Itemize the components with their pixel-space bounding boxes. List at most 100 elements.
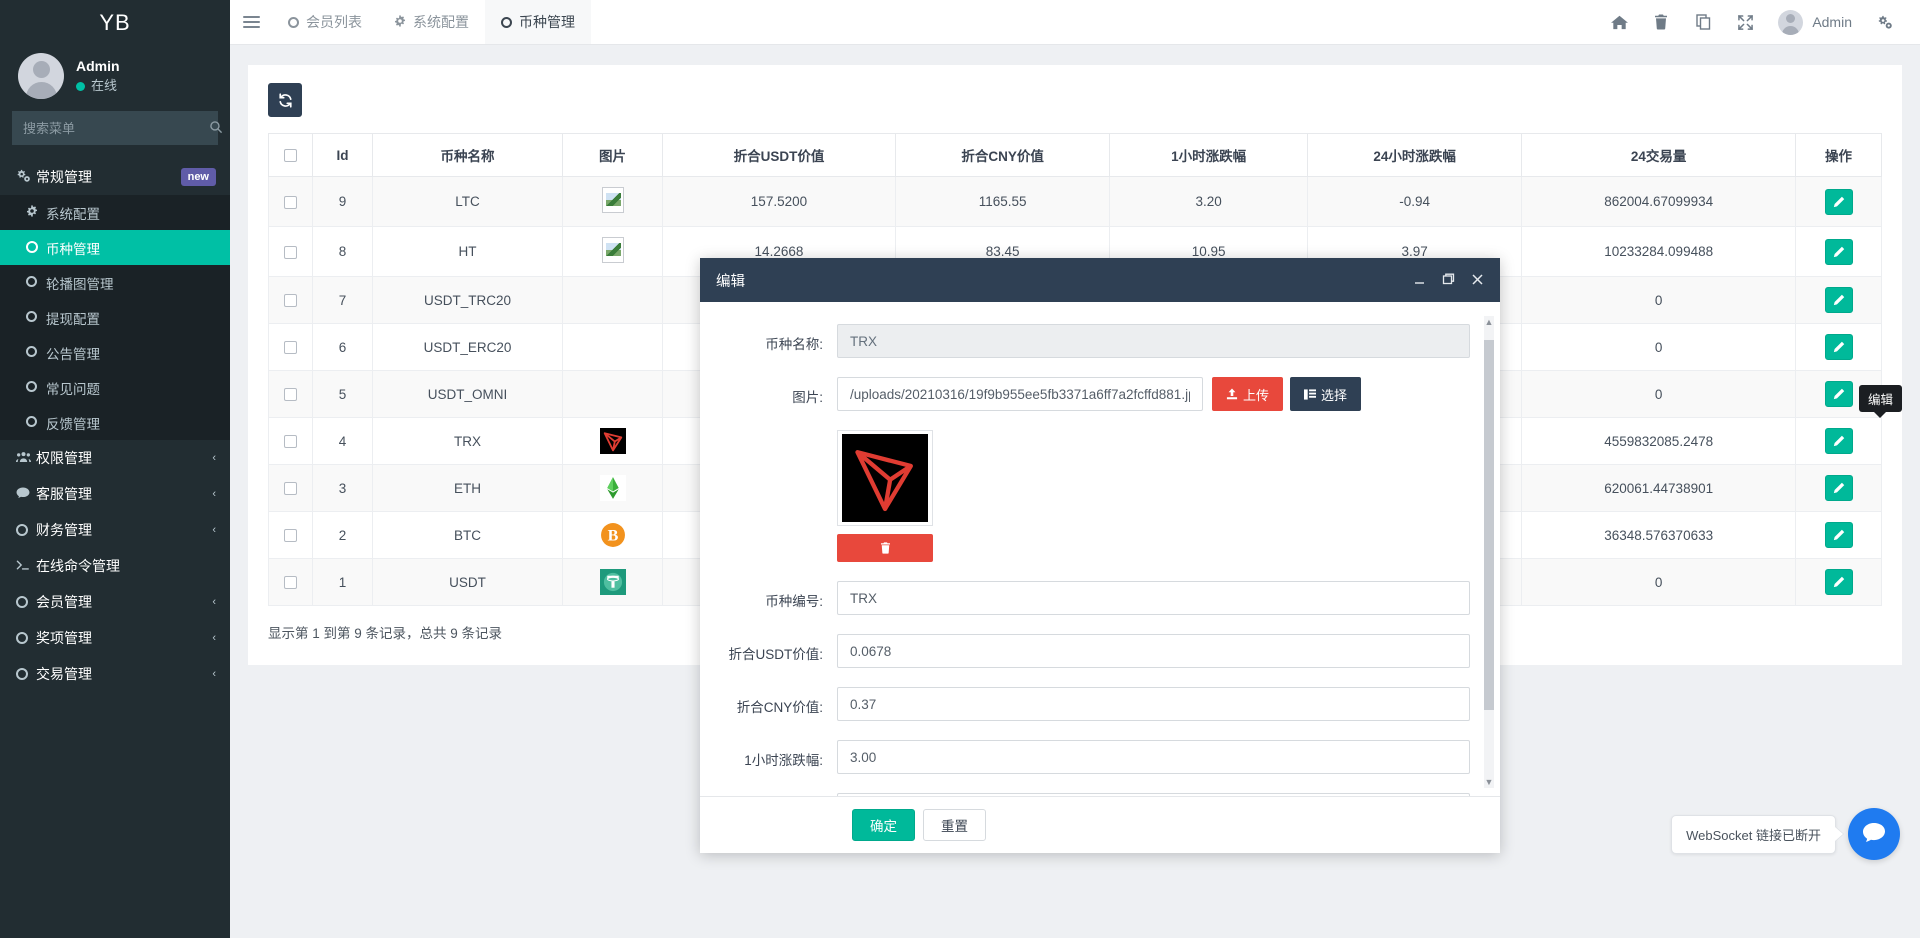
fullscreen-icon[interactable]	[1724, 0, 1766, 45]
coin-code-input[interactable]	[837, 581, 1470, 615]
field-image: 图片: 上传 选择	[700, 377, 1470, 411]
sidebar-item-member-management[interactable]: 会员管理 ‹	[0, 584, 230, 620]
edit-row-button[interactable]	[1825, 189, 1853, 215]
select-all-checkbox[interactable]	[284, 149, 297, 162]
comment-icon	[16, 487, 36, 502]
scrollbar-thumb[interactable]	[1484, 340, 1494, 710]
sidebar-item-permission-management[interactable]: 权限管理 ‹	[0, 440, 230, 476]
row-checkbox[interactable]	[284, 435, 297, 448]
sidebar-item-announcement-management[interactable]: 公告管理	[0, 335, 230, 370]
chat-widget: WebSocket 链接已断开	[1671, 808, 1900, 860]
usdt-value-input[interactable]	[837, 634, 1470, 668]
sidebar-item-customer-service-management[interactable]: 客服管理 ‹	[0, 476, 230, 512]
cell-24h-volume: 0	[1522, 277, 1796, 324]
image-path-input[interactable]	[837, 377, 1203, 411]
sidebar-item-feedback-management[interactable]: 反馈管理	[0, 405, 230, 440]
edit-row-button[interactable]	[1825, 522, 1853, 548]
row-checkbox[interactable]	[284, 196, 297, 209]
sidebar-item-coin-management[interactable]: 币种管理	[0, 230, 230, 265]
tab-label: 系统配置	[413, 12, 469, 32]
row-select-cell	[269, 177, 313, 227]
tab-coin-management[interactable]: 币种管理	[485, 0, 591, 44]
edit-row-button[interactable]	[1825, 287, 1853, 313]
brand-logo-text: YB	[99, 10, 130, 36]
sidebar-item-banner-management[interactable]: 轮播图管理	[0, 265, 230, 300]
h24-change-input[interactable]	[837, 793, 1470, 796]
row-checkbox[interactable]	[284, 576, 297, 589]
sidebar-item-prize-management[interactable]: 奖项管理 ‹	[0, 620, 230, 656]
close-icon[interactable]	[1471, 273, 1484, 288]
scroll-up-icon[interactable]: ▲	[1484, 316, 1494, 328]
circle-icon	[26, 276, 46, 289]
home-icon[interactable]	[1598, 0, 1640, 45]
row-checkbox[interactable]	[284, 482, 297, 495]
sidebar-user-panel[interactable]: Admin 在线	[0, 45, 230, 107]
minimize-icon[interactable]	[1413, 273, 1426, 288]
scroll-down-icon[interactable]: ▼	[1484, 776, 1494, 788]
modal-scrollbar[interactable]: ▲ ▼	[1484, 316, 1494, 788]
copy-icon[interactable]	[1682, 0, 1724, 45]
sidebar-item-faq[interactable]: 常见问题	[0, 370, 230, 405]
refresh-button[interactable]	[268, 83, 302, 117]
circle-icon	[16, 667, 36, 682]
gears-icon[interactable]	[1864, 0, 1906, 45]
choose-button[interactable]: 选择	[1290, 377, 1361, 411]
edit-row-button[interactable]	[1825, 239, 1853, 265]
sidebar-item-general-management[interactable]: 常规管理 new	[0, 159, 230, 195]
image-thumbnail[interactable]	[837, 430, 933, 526]
image-placeholder-icon	[602, 237, 624, 263]
confirm-button[interactable]: 确定	[852, 809, 915, 841]
sidebar-item-trade-management[interactable]: 交易管理 ‹	[0, 656, 230, 692]
sidebar-item-finance-management[interactable]: 财务管理 ‹	[0, 512, 230, 548]
modal-footer: 确定 重置	[700, 796, 1500, 853]
col-coin-name: 币种名称	[373, 134, 563, 177]
h1-change-input[interactable]	[837, 740, 1470, 774]
row-checkbox[interactable]	[284, 246, 297, 259]
row-checkbox[interactable]	[284, 294, 297, 307]
svg-text:B: B	[607, 528, 618, 545]
cell-cny-value: 1165.55	[895, 177, 1109, 227]
cell-image: B	[563, 512, 663, 559]
trash-icon[interactable]	[1640, 0, 1682, 45]
chat-bubble-icon	[1859, 819, 1889, 849]
tab-label: 会员列表	[306, 12, 362, 32]
sidebar-item-online-command-management[interactable]: 在线命令管理	[0, 548, 230, 584]
edit-row-button[interactable]	[1825, 334, 1853, 360]
trx-logo-icon	[842, 434, 928, 522]
cell-24h-change: -0.94	[1307, 177, 1521, 227]
brand-logo[interactable]: YB	[0, 0, 230, 45]
row-checkbox[interactable]	[284, 388, 297, 401]
cny-value-input[interactable]	[837, 687, 1470, 721]
edit-row-button[interactable]	[1825, 428, 1853, 454]
upload-button[interactable]: 上传	[1212, 377, 1283, 411]
search-input[interactable]	[13, 121, 209, 136]
terminal-icon	[16, 559, 36, 574]
maximize-icon[interactable]	[1442, 273, 1455, 288]
delete-image-button[interactable]	[837, 534, 933, 562]
row-checkbox[interactable]	[284, 529, 297, 542]
chevron-left-icon: ‹	[212, 668, 216, 680]
tab-system-config[interactable]: 系统配置	[378, 0, 485, 44]
table-row: 9LTC157.52001165.553.20-0.94862004.67099…	[269, 177, 1882, 227]
sidebar-search	[0, 111, 230, 145]
sidebar-item-withdraw-config[interactable]: 提现配置	[0, 300, 230, 335]
row-checkbox[interactable]	[284, 341, 297, 354]
coin-name-input[interactable]	[837, 324, 1470, 358]
hamburger-icon[interactable]	[230, 0, 272, 44]
cell-id: 2	[313, 512, 373, 559]
edit-row-button[interactable]	[1825, 381, 1853, 407]
chat-icon[interactable]	[1848, 808, 1900, 860]
cell-coin-name: TRX	[373, 418, 563, 465]
sidebar-item-system-config[interactable]: 系统配置	[0, 195, 230, 230]
cell-actions	[1796, 465, 1882, 512]
cell-id: 6	[313, 324, 373, 371]
edit-row-button[interactable]	[1825, 569, 1853, 595]
topbar-user-menu[interactable]: Admin	[1766, 10, 1864, 35]
reset-button[interactable]: 重置	[923, 809, 986, 841]
search-icon[interactable]	[209, 112, 223, 144]
cell-image	[563, 465, 663, 512]
edit-row-button[interactable]	[1825, 475, 1853, 501]
sidebar: YB Admin 在线	[0, 0, 230, 938]
tab-member-list[interactable]: 会员列表	[272, 0, 378, 44]
choose-label: 选择	[1321, 385, 1347, 404]
